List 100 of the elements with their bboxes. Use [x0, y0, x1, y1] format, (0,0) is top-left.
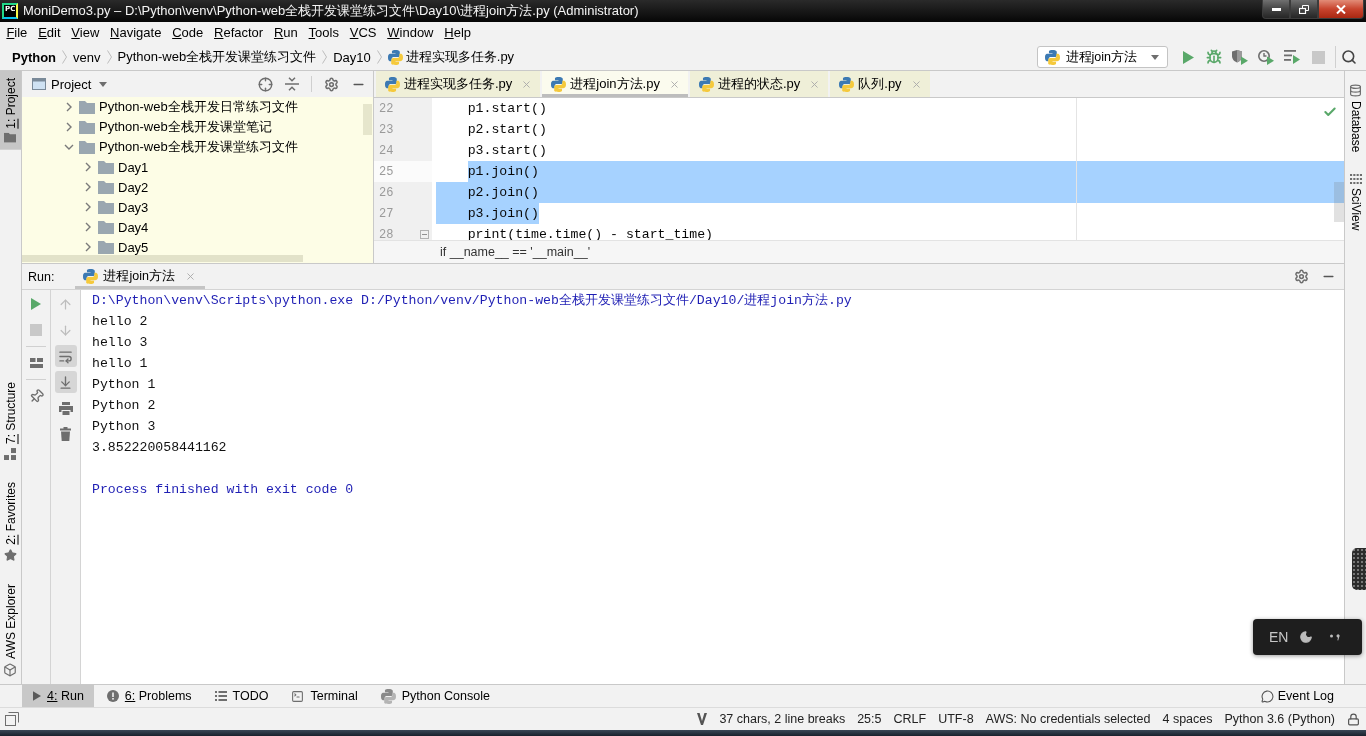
console-line: hello 3	[92, 334, 148, 352]
cube-icon	[3, 663, 18, 677]
fold-icon[interactable]	[420, 230, 429, 239]
layout-icon[interactable]	[29, 358, 43, 368]
panel-title: Run:	[28, 269, 55, 284]
squares-icon[interactable]	[5, 712, 19, 726]
chevron-right-icon[interactable]	[85, 242, 91, 252]
run-icon[interactable]	[1182, 50, 1194, 64]
chevron-right-icon[interactable]	[85, 182, 91, 192]
chevron-right-icon[interactable]	[85, 162, 91, 172]
tool-window-tab[interactable]: 2: Favorites	[0, 475, 21, 570]
tool-window-tab[interactable]: Terminal	[280, 685, 368, 707]
breadcrumb-item[interactable]: 进程实现多任务.py	[387, 48, 515, 66]
view-dropdown[interactable]: Project	[51, 76, 108, 92]
chevron-right-icon[interactable]	[85, 202, 91, 212]
menu-item[interactable]: File	[1, 23, 33, 43]
tool-window-tab[interactable]: 1: Project	[0, 71, 21, 150]
restore-icon	[1299, 4, 1309, 14]
tool-window-tab[interactable]: AWS Explorer	[0, 577, 21, 684]
status-item[interactable]: UTF-8	[938, 712, 974, 726]
crosshair-icon[interactable]	[258, 76, 273, 92]
code-line: p1.start()	[466, 101, 547, 116]
collapse-icon[interactable]	[285, 77, 299, 91]
chevron-right-icon[interactable]	[66, 122, 72, 132]
list-play-icon[interactable]	[1284, 50, 1300, 64]
settings-icon[interactable]	[1294, 269, 1309, 284]
close-button[interactable]	[1318, 0, 1364, 19]
lock-icon[interactable]	[1347, 712, 1360, 726]
status-item[interactable]: Python 3.6 (Python)	[1224, 712, 1335, 726]
menu-item[interactable]: View	[65, 23, 105, 43]
minimize-button[interactable]	[1262, 0, 1290, 19]
status-item[interactable]: 37 chars, 2 line breaks	[719, 712, 846, 726]
trash-icon[interactable]	[60, 427, 71, 441]
tool-window-tab[interactable]: 7: Structure	[0, 375, 21, 468]
punctuation-icon[interactable]	[1330, 633, 1341, 641]
input-method-widget[interactable]: EN	[1253, 619, 1362, 655]
run-icon[interactable]	[31, 298, 41, 310]
tree-item[interactable]: Day2	[22, 177, 149, 197]
breadcrumb-item[interactable]: venv	[73, 49, 101, 65]
tree-item[interactable]: Day1	[22, 157, 149, 177]
chevron-separator-icon	[376, 50, 382, 64]
menu-item[interactable]: Code	[166, 23, 209, 43]
menu-item[interactable]: Run	[268, 23, 304, 43]
tool-window-tab[interactable]: Database	[1345, 77, 1366, 160]
editor-tab[interactable]: 队列.py	[830, 71, 930, 97]
line-number: 22	[379, 101, 394, 116]
status-item[interactable]: CRLF	[893, 712, 927, 726]
tree-item[interactable]: Day4	[22, 217, 149, 237]
menu-item[interactable]: VCS	[344, 23, 382, 43]
tree-item[interactable]: Day3	[22, 197, 149, 217]
restore-button[interactable]	[1290, 0, 1318, 19]
editor-tab[interactable]: 进程实现多任务.py	[376, 71, 541, 97]
tool-window-tab[interactable]: Python Console	[369, 685, 500, 707]
search-icon[interactable]	[1341, 49, 1357, 65]
scrollbar[interactable]	[363, 104, 372, 135]
chevron-right-icon[interactable]	[85, 222, 91, 232]
breadcrumb-item[interactable]: Python-web全栈开发课堂练习文件	[117, 48, 317, 66]
status-item[interactable]: 4 spaces	[1162, 712, 1213, 726]
run-tab[interactable]: 进程join方法	[75, 264, 205, 289]
structure-icon	[4, 448, 17, 461]
minimize-icon	[1271, 7, 1281, 11]
tool-window-tab[interactable]: 4: Run	[22, 685, 94, 707]
editor-tab[interactable]: 进程的状态.py	[689, 71, 829, 97]
tool-window-tab[interactable]: TODO	[203, 685, 279, 707]
scrollbar[interactable]	[22, 255, 303, 262]
menu-item[interactable]: Refactor	[208, 23, 269, 43]
side-handle[interactable]	[1352, 548, 1366, 590]
tool-window-tab[interactable]: 6: Problems	[95, 685, 202, 707]
console-line: Python 2	[92, 397, 156, 415]
code-breadcrumb[interactable]: if __name__ == '__main__'	[440, 245, 591, 259]
settings-icon[interactable]	[324, 76, 339, 92]
tree-item[interactable]: Python-web全栈开发日常练习文件	[22, 97, 298, 117]
bug-icon[interactable]	[1206, 49, 1222, 65]
status-item[interactable]: 25:5	[857, 712, 882, 726]
run-config-dropdown[interactable]: 进程join方法	[1036, 46, 1168, 68]
chevron-right-icon[interactable]	[66, 102, 72, 112]
console-line: 3.852220058441162	[92, 439, 227, 457]
menu-item[interactable]: Tools	[303, 23, 345, 43]
menu-item[interactable]: Help	[438, 23, 477, 43]
chevron-down-icon[interactable]	[64, 144, 74, 150]
tree-item[interactable]: Python-web全栈开发课堂练习文件	[22, 137, 298, 157]
scrollbar[interactable]	[1334, 182, 1344, 222]
tree-item[interactable]: Python-web全栈开发课堂笔记	[22, 117, 272, 137]
editor-tab[interactable]: 进程join方法.py	[542, 71, 688, 97]
breadcrumb-item[interactable]: Day10	[333, 49, 371, 65]
event-log-button[interactable]: Event Log	[1260, 685, 1334, 707]
menu-item[interactable]: Navigate	[104, 23, 167, 43]
status-item[interactable]: AWS: No credentials selected	[985, 712, 1151, 726]
tree-item[interactable]: Day5	[22, 237, 149, 257]
menu-item[interactable]: Edit	[32, 23, 66, 43]
alert-icon	[106, 690, 119, 702]
moon-icon[interactable]	[1299, 630, 1314, 644]
breadcrumb-item[interactable]: Python	[12, 49, 57, 65]
shield-play-icon[interactable]	[1232, 49, 1248, 65]
tool-window-tab[interactable]: SciView	[1345, 167, 1366, 238]
caret-icon	[99, 81, 108, 87]
menu-item[interactable]: Window	[381, 23, 439, 43]
code-line: p3.join()	[466, 206, 539, 221]
v-mark-icon[interactable]	[697, 713, 708, 725]
clock-play-icon[interactable]	[1258, 49, 1274, 65]
